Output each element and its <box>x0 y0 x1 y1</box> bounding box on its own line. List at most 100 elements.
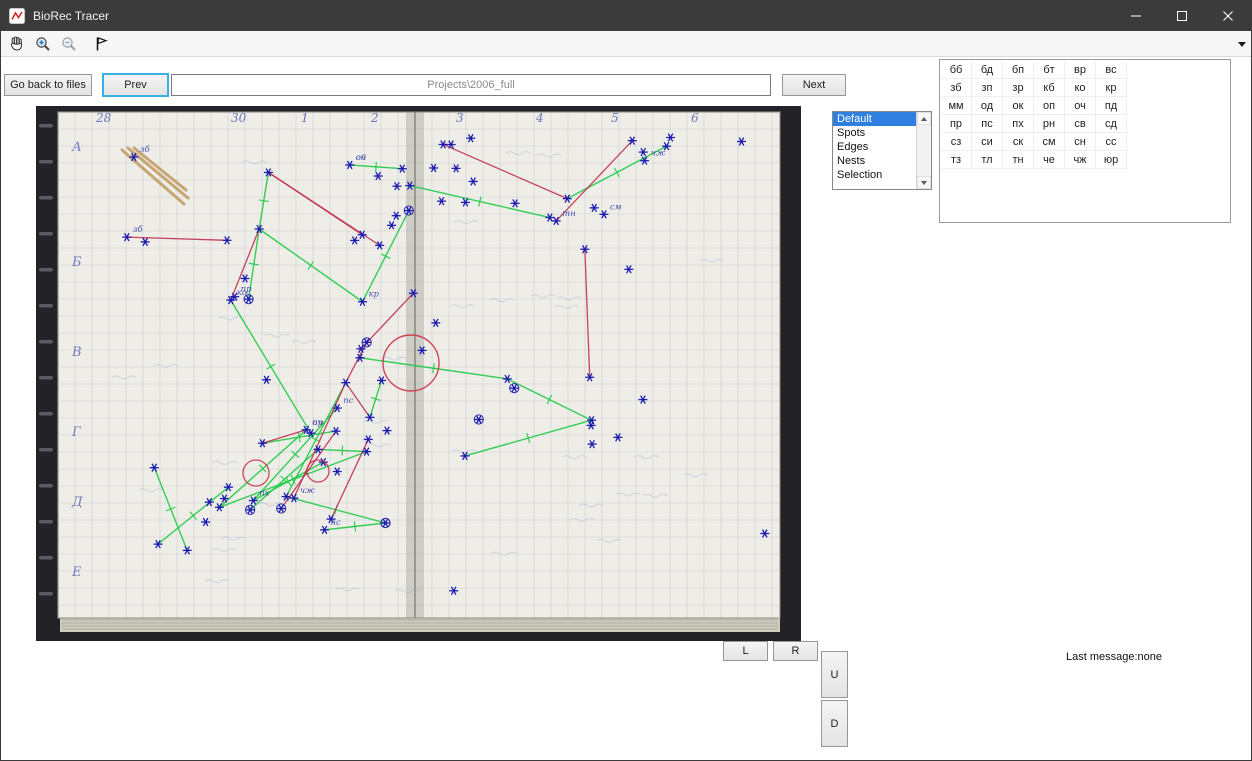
code-cell[interactable]: бд <box>972 61 1003 79</box>
svg-text:зб: зб <box>133 224 144 235</box>
svg-text:3: 3 <box>456 111 464 125</box>
layers-list-item[interactable]: Edges <box>833 140 916 154</box>
code-cell[interactable]: че <box>1034 151 1065 169</box>
codes-panel: бббдбпбтврвс збзпзркбкокр ммодокопочпд прпс… <box>939 59 1231 223</box>
layers-list-item[interactable]: Selection <box>833 168 916 182</box>
go-back-to-files-button[interactable]: Go back to files <box>4 74 92 96</box>
toolbar <box>1 31 1251 57</box>
code-cell[interactable]: сн <box>1065 133 1096 151</box>
code-cell[interactable]: бп <box>1003 61 1034 79</box>
code-cell[interactable]: св <box>1065 115 1096 133</box>
layers-scrollbar[interactable] <box>916 112 931 189</box>
app-window: BioRec Tracer <box>0 0 1252 761</box>
svg-text:6: 6 <box>691 111 699 125</box>
pan-left-button[interactable]: L <box>723 641 768 661</box>
arrow-up-icon <box>921 117 927 121</box>
code-cell[interactable]: од <box>972 97 1003 115</box>
minimize-button[interactable] <box>1113 1 1159 31</box>
code-cell[interactable]: юр <box>1096 151 1127 169</box>
code-cell[interactable]: оч <box>1065 97 1096 115</box>
code-cell[interactable]: оп <box>1034 97 1065 115</box>
code-cell[interactable]: си <box>972 133 1003 151</box>
flag-tool-button[interactable] <box>89 33 112 55</box>
pan-tool-button[interactable] <box>5 33 28 55</box>
code-cell[interactable]: ко <box>1065 79 1096 97</box>
code-cell[interactable]: сд <box>1096 115 1127 133</box>
svg-text:зб: зб <box>140 144 151 155</box>
maximize-icon <box>1177 11 1187 21</box>
code-cell[interactable]: тз <box>941 151 972 169</box>
code-cell[interactable]: кр <box>1096 79 1127 97</box>
code-cell[interactable]: пр <box>941 115 972 133</box>
code-cell[interactable]: кб <box>1034 79 1065 97</box>
layers-list-item[interactable]: Spots <box>833 126 916 140</box>
layers-list-item[interactable]: Default <box>833 112 916 126</box>
codes-grid: бббдбпбтврвс збзпзркбкокр ммодокопочпд прпс… <box>941 61 1229 169</box>
layers-listbox-items: DefaultSpotsEdgesNestsSelection <box>833 112 916 189</box>
zoom-in-icon <box>34 35 52 53</box>
code-cell[interactable]: зп <box>972 79 1003 97</box>
pan-right-button[interactable]: R <box>773 641 818 661</box>
code-cell[interactable]: тн <box>1003 151 1034 169</box>
layers-listbox: DefaultSpotsEdgesNestsSelection <box>832 111 932 190</box>
close-button[interactable] <box>1205 1 1251 31</box>
prev-button[interactable]: Prev <box>102 73 169 97</box>
svg-text:28: 28 <box>95 111 112 125</box>
svg-text:пх: пх <box>259 489 269 499</box>
close-icon <box>1223 11 1233 21</box>
zoom-out-tool-button[interactable] <box>57 33 80 55</box>
code-cell[interactable]: ск <box>1003 133 1034 151</box>
code-cell[interactable]: зр <box>1003 79 1034 97</box>
svg-text:В: В <box>71 345 82 360</box>
code-cell[interactable]: зб <box>941 79 972 97</box>
svg-text:пр: пр <box>241 285 252 295</box>
svg-text:Е: Е <box>71 565 82 580</box>
svg-text:30: 30 <box>231 111 247 125</box>
code-cell[interactable]: ок <box>1003 97 1034 115</box>
project-path-field[interactable] <box>171 74 771 96</box>
zoom-in-tool-button[interactable] <box>31 33 54 55</box>
svg-text:2: 2 <box>370 111 379 125</box>
hand-icon <box>8 35 26 53</box>
code-cell[interactable]: рн <box>1034 115 1065 133</box>
svg-text:см: см <box>610 202 622 212</box>
code-cell[interactable]: вр <box>1065 61 1096 79</box>
last-message-label: Last message:none <box>942 651 1162 663</box>
layers-list-item[interactable]: Nests <box>833 154 916 168</box>
arrow-down-icon <box>921 181 927 185</box>
flag-icon <box>93 35 109 53</box>
titlebar: BioRec Tracer <box>1 1 1251 31</box>
zoom-out-icon <box>60 35 78 53</box>
code-cell[interactable]: тл <box>972 151 1003 169</box>
code-cell[interactable]: бт <box>1034 61 1065 79</box>
code-cell[interactable]: пх <box>1003 115 1034 133</box>
pan-up-button[interactable]: U <box>821 651 848 698</box>
code-cell[interactable]: вс <box>1096 61 1127 79</box>
code-cell[interactable]: сз <box>941 133 972 151</box>
code-cell[interactable]: пс <box>972 115 1003 133</box>
scroll-down-button[interactable] <box>917 176 931 189</box>
pan-down-button[interactable]: D <box>821 700 848 747</box>
svg-text:1: 1 <box>301 111 309 125</box>
svg-text:чж: чж <box>651 149 666 159</box>
next-button[interactable]: Next <box>782 74 846 96</box>
svg-text:Г: Г <box>71 425 81 440</box>
scroll-up-button[interactable] <box>917 112 931 125</box>
code-cell[interactable]: чж <box>1065 151 1096 169</box>
code-cell[interactable]: бб <box>941 61 972 79</box>
minimize-icon <box>1131 11 1141 21</box>
svg-text:Б: Б <box>71 255 82 270</box>
app-icon <box>9 8 25 24</box>
svg-text:А: А <box>71 140 82 155</box>
code-cell[interactable]: мм <box>941 97 972 115</box>
svg-text:5: 5 <box>611 111 619 125</box>
notebook-image-canvas[interactable]: 2830123456АБВГДЕзбчжкрпхсмпсоччжтнкопрпс… <box>36 106 801 641</box>
notebook-photo: 2830123456АБВГДЕзбчжкрпхсмпсоччжтнкопрпс… <box>36 106 801 641</box>
toolbar-overflow-arrow-icon[interactable] <box>1238 42 1246 47</box>
code-cell[interactable]: см <box>1034 133 1065 151</box>
code-cell[interactable]: сс <box>1096 133 1127 151</box>
code-cell[interactable]: пд <box>1096 97 1127 115</box>
maximize-button[interactable] <box>1159 1 1205 31</box>
svg-text:сд: сд <box>356 153 367 163</box>
svg-text:пр: пр <box>312 418 323 428</box>
